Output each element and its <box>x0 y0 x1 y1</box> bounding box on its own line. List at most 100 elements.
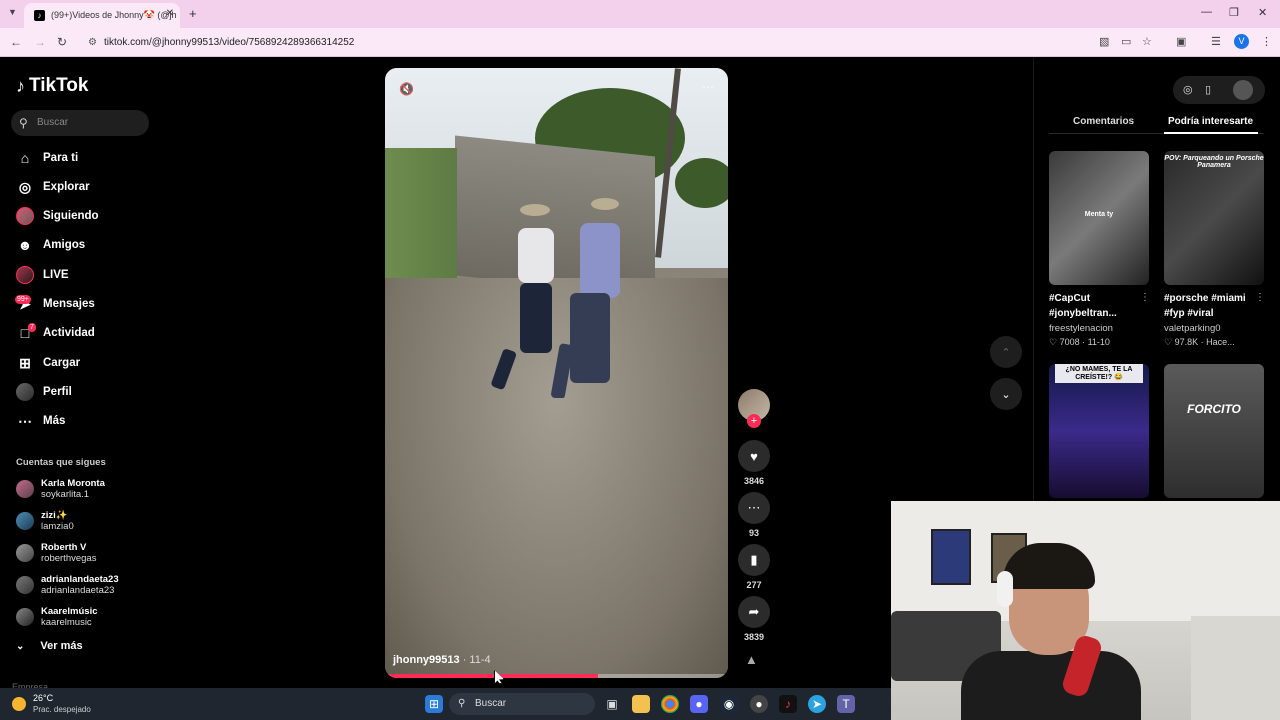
music-disc-icon[interactable]: ▲ <box>745 652 758 667</box>
browser-tab[interactable]: ♪ (99+)Videos de Jhonny🤡 (@jh ✕ <box>24 3 180 28</box>
suggested-video-thumbnail[interactable]: Menta ty <box>1049 151 1149 285</box>
video-username[interactable]: jhonny99513 <box>393 654 460 666</box>
video-player[interactable]: 🔇 ⋯ jhonny99513 · 11-4 <box>385 68 728 678</box>
search-placeholder: Buscar <box>37 117 69 128</box>
media-icon[interactable]: ☰ <box>1211 35 1221 48</box>
following-title: Cuentas que sigues <box>16 457 106 468</box>
kebab-icon[interactable]: ⋮ <box>1140 292 1150 303</box>
following-account[interactable]: Roberth Vroberthvegas <box>16 540 96 566</box>
discord-icon[interactable]: ● <box>690 695 708 713</box>
video-author[interactable]: jhonny99513 · 11-4 <box>393 654 491 666</box>
weather-widget[interactable]: 26°C Prac. despejado <box>12 693 91 715</box>
suggested-video-likes: ♡ 7008 · 11-10 <box>1049 337 1110 347</box>
suggested-video-author[interactable]: freestylenacion <box>1049 323 1113 334</box>
minimize-icon[interactable]: — <box>1201 6 1212 18</box>
sidebar-search-input[interactable]: ⚲ Buscar <box>11 110 149 136</box>
weather-temperature: 26°C <box>33 693 54 703</box>
url-field[interactable]: ⚙ tiktok.com/@jhonny99513/video/75689242… <box>80 32 1165 53</box>
suggested-video-title[interactable]: #porsche #miami #fyp #viral <box>1164 291 1250 321</box>
follow-plus-icon[interactable]: + <box>747 414 761 428</box>
device-icon[interactable]: ▯ <box>1205 83 1211 96</box>
tiktok-app-icon[interactable]: ♪ <box>779 695 797 713</box>
tab-podria-interesarte[interactable]: Podría interesarte <box>1168 116 1253 127</box>
sidebar-item-amigos[interactable]: ☻ Amigos <box>16 234 86 256</box>
sidebar-item-siguiendo[interactable]: Siguiendo <box>16 205 99 227</box>
sidebar-item-live[interactable]: LIVE <box>16 264 69 286</box>
video-progress-bar[interactable] <box>385 674 728 678</box>
windows-taskbar: 26°C Prac. despejado ⊞ ⚲ Buscar ▣ ● ◉ ● … <box>0 688 891 720</box>
steam-icon[interactable]: ◉ <box>720 695 738 713</box>
obs-icon[interactable]: ● <box>750 695 768 713</box>
kebab-icon[interactable]: ⋮ <box>1255 292 1265 303</box>
reload-icon[interactable]: ↻ <box>57 35 67 49</box>
suggested-video-thumbnail[interactable]: POV: Parqueando un Porsche Panamera <box>1164 151 1264 285</box>
following-account[interactable]: adrianlandaeta23 adrianlandaeta23 <box>16 572 119 598</box>
save-action[interactable]: ▮ 277 <box>737 544 771 590</box>
tiktok-logo[interactable]: ♪ TikTok <box>16 75 88 97</box>
following-avatar-icon <box>16 207 34 225</box>
sidebar-item-mas[interactable]: ⋯ Más <box>16 410 65 432</box>
task-view-icon[interactable]: ▣ <box>603 695 621 713</box>
webcam-counter <box>1191 616 1280 720</box>
bookmark-star-icon[interactable]: ☆ <box>1142 35 1152 48</box>
extensions-icon[interactable]: ▣ <box>1176 35 1186 48</box>
restore-icon[interactable]: ❐ <box>1229 6 1239 19</box>
following-account[interactable]: zizi✨ lamzia0 <box>16 508 74 534</box>
see-more-button[interactable]: ⌄ Ver más <box>16 640 83 652</box>
suggested-video-title[interactable]: #CapCut #jonybeltran... <box>1049 291 1137 321</box>
translate-icon[interactable]: ▧ <box>1099 35 1109 48</box>
volume-icon[interactable]: 🔇 <box>399 82 414 96</box>
tiktok-logo-icon: ♪ <box>16 75 25 96</box>
taskbar-search-input[interactable]: ⚲ Buscar <box>449 693 595 715</box>
back-icon[interactable]: ← <box>10 35 22 49</box>
comment-icon[interactable]: ⋯ <box>738 492 770 524</box>
sidebar-item-perfil[interactable]: Perfil <box>16 381 72 403</box>
cast-icon[interactable]: ▭ <box>1121 35 1131 48</box>
profile-avatar[interactable]: V <box>1234 34 1249 49</box>
following-account[interactable]: Kaarelmúsic kaarelmusic <box>16 604 98 630</box>
like-action[interactable]: ♥ 3846 <box>737 440 771 486</box>
sidebar-item-cargar[interactable]: ⊞ Cargar <box>16 352 80 374</box>
previous-video-button[interactable]: ⌃ <box>990 336 1022 368</box>
search-icon: ⚲ <box>19 116 28 130</box>
sidebar-item-explorar[interactable]: ◎ Explorar <box>16 176 90 198</box>
suggested-video-thumbnail[interactable]: FORCITO <box>1164 364 1264 498</box>
weather-sun-icon <box>12 697 26 711</box>
webcam-headset <box>997 571 1013 607</box>
share-icon[interactable]: ➦ <box>738 596 770 628</box>
account-handle: adrianlandaeta23 <box>41 585 115 596</box>
telegram-icon[interactable]: ➤ <box>808 695 826 713</box>
following-account[interactable]: Karla Moronta soykarlita.1 <box>16 476 105 502</box>
sidebar-item-label: Para ti <box>43 152 79 164</box>
user-avatar[interactable] <box>1233 80 1253 100</box>
bookmark-icon[interactable]: ▮ <box>738 544 770 576</box>
thumbnail-overlay-text: FORCITO <box>1187 402 1241 416</box>
next-video-button[interactable]: ⌄ <box>990 378 1022 410</box>
comment-action[interactable]: ⋯ 93 <box>737 492 771 538</box>
suggested-video-author[interactable]: valetparking0 <box>1164 323 1221 334</box>
new-tab-icon[interactable]: + <box>189 6 197 21</box>
explore-icon[interactable]: ◎ <box>1183 83 1193 96</box>
window-close-icon[interactable]: ✕ <box>1258 6 1267 19</box>
tiktok-logo-text: TikTok <box>29 75 89 96</box>
site-info-icon[interactable]: ⚙ <box>88 32 97 53</box>
tab-search-icon[interactable]: ▼ <box>8 7 17 17</box>
chrome-icon[interactable] <box>661 695 679 713</box>
suggested-video-thumbnail[interactable]: ¿NO MAMES, TE LA CREÍSTE!? 😂 <box>1049 364 1149 498</box>
account-handle: lamzia0 <box>41 521 74 532</box>
file-explorer-icon[interactable] <box>632 695 650 713</box>
profile-avatar-icon <box>16 383 34 401</box>
close-tab-icon[interactable]: ✕ <box>166 8 174 19</box>
browser-menu-icon[interactable]: ⋮ <box>1261 35 1272 48</box>
activity-badge: 7 <box>28 323 36 332</box>
forward-icon[interactable]: → <box>34 35 46 49</box>
tiktok-favicon-icon: ♪ <box>34 10 45 21</box>
teams-icon[interactable]: T <box>837 695 855 713</box>
sidebar-item-para-ti[interactable]: ⌂ Para ti <box>16 147 78 169</box>
heart-icon[interactable]: ♥ <box>738 440 770 472</box>
tab-comentarios[interactable]: Comentarios <box>1073 116 1134 127</box>
more-options-icon[interactable]: ⋯ <box>702 80 714 94</box>
video-people <box>491 198 620 398</box>
windows-start-icon[interactable]: ⊞ <box>425 695 443 713</box>
share-action[interactable]: ➦ 3839 <box>737 596 771 642</box>
